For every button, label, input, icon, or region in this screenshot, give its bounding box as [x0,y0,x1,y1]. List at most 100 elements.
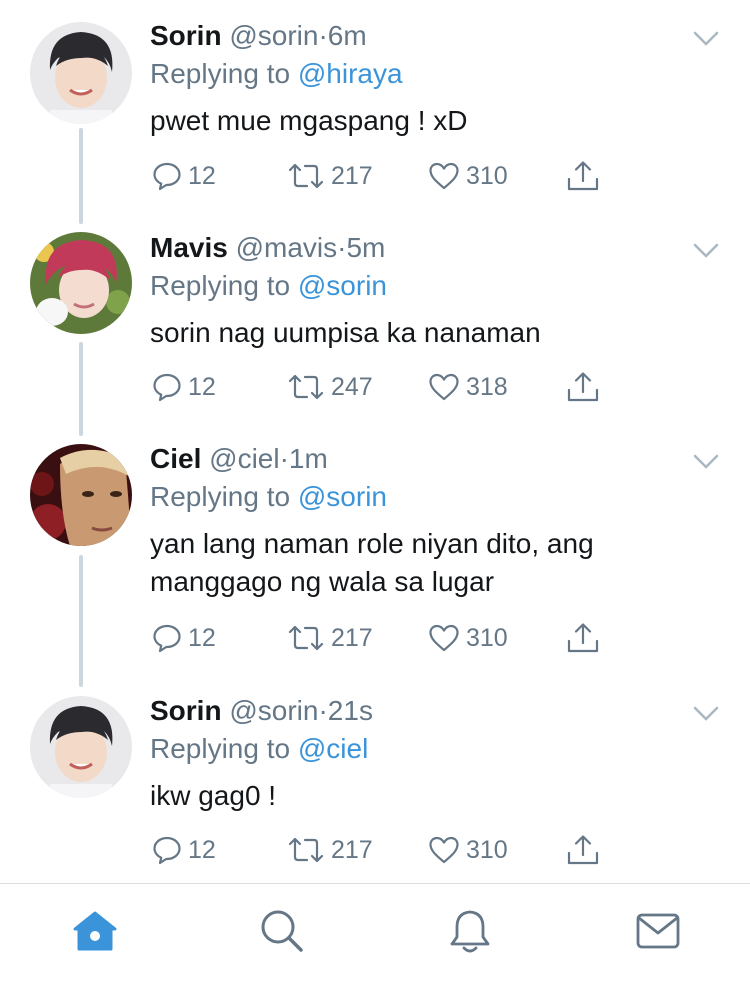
user-handle[interactable]: @sorin [229,20,318,51]
tweet-header: Sorin @sorin·6m [150,18,730,54]
reply-icon [152,161,188,191]
share-button[interactable] [566,367,606,407]
messages-icon [635,911,681,956]
retweet-button[interactable]: 217 [287,830,373,870]
like-button[interactable]: 310 [428,618,508,658]
tweet-content: Ciel @ciel·1m Replying to @sorin yan lan… [150,441,730,601]
mention-link[interactable]: @ciel [298,733,368,764]
tweet-actions: 12 217 310 [150,830,610,870]
chevron-down-icon[interactable] [692,453,720,473]
avatar[interactable] [30,696,132,798]
mention-link[interactable]: @sorin [298,481,387,512]
separator-dot: · [318,20,328,51]
search-icon [259,908,305,959]
display-name[interactable]: Sorin [150,20,222,51]
tweet-text: pwet mue mgaspang ! xD [150,105,468,136]
tweet-content: Sorin @sorin·21s Replying to @ciel ikw g… [150,693,730,815]
retweet-count: 247 [331,372,373,401]
notifications-icon [447,907,493,960]
display-name[interactable]: Sorin [150,695,222,726]
mention-link[interactable]: @sorin [298,270,387,301]
heart-icon [428,623,466,653]
thread-connector [79,128,83,224]
like-count: 310 [466,623,508,652]
retweet-count: 217 [331,623,373,652]
tweet-text: yan lang naman role niyan dito, ang mang… [150,525,730,601]
retweet-icon [287,623,331,653]
tweet-header: Mavis @mavis·5m [150,230,730,266]
share-button[interactable] [566,830,606,870]
reply-button[interactable]: 12 [152,367,216,407]
retweet-button[interactable]: 217 [287,618,373,658]
like-button[interactable]: 310 [428,830,508,870]
tweet-text: ikw gag0 ! [150,780,277,811]
user-handle[interactable]: @ciel [209,443,279,474]
reply-button[interactable]: 12 [152,156,216,196]
avatar[interactable] [30,232,132,334]
display-name[interactable]: Ciel [150,443,201,474]
chevron-down-icon[interactable] [692,242,720,262]
timestamp[interactable]: 5m [346,232,385,263]
tweet-actions: 12 217 310 [150,618,610,658]
retweet-icon [287,161,331,191]
chevron-down-icon[interactable] [692,705,720,725]
reply-count: 12 [188,161,216,190]
replying-to-label: Replying to [150,58,291,89]
tab-home[interactable] [70,908,120,958]
tab-search[interactable] [257,908,307,958]
tweet-header: Ciel @ciel·1m [150,441,730,477]
user-handle[interactable]: @sorin [229,695,318,726]
share-icon [566,622,606,654]
reply-button[interactable]: 12 [152,618,216,658]
replying-to: Replying to @sorin [150,268,730,304]
retweet-icon [287,372,331,402]
share-button[interactable] [566,156,606,196]
tab-notifications[interactable] [445,908,495,958]
retweet-count: 217 [331,835,373,864]
reply-icon [152,372,188,402]
share-icon [566,834,606,866]
separator-dot: · [318,695,328,726]
like-count: 310 [466,161,508,190]
tab-messages[interactable] [633,908,683,958]
tweet-content: Mavis @mavis·5m Replying to @sorin sorin… [150,230,730,352]
retweet-button[interactable]: 247 [287,367,373,407]
reply-count: 12 [188,372,216,401]
like-count: 310 [466,835,508,864]
separator-dot: · [279,443,289,474]
avatar[interactable] [30,444,132,546]
like-button[interactable]: 310 [428,156,508,196]
tweet-text-line: yan lang naman role niyan dito, ang [150,528,594,559]
replying-to-label: Replying to [150,733,291,764]
display-name[interactable]: Mavis [150,232,228,263]
replying-to-label: Replying to [150,270,291,301]
timestamp[interactable]: 1m [289,443,328,474]
thread-connector [79,342,83,436]
reply-icon [152,623,188,653]
reply-icon [152,835,188,865]
chevron-down-icon[interactable] [692,30,720,50]
bottom-tab-bar [0,883,750,983]
heart-icon [428,835,466,865]
share-icon [566,160,606,192]
reply-count: 12 [188,835,216,864]
reply-count: 12 [188,623,216,652]
mention-link[interactable]: @hiraya [298,58,403,89]
avatar[interactable] [30,22,132,124]
timestamp[interactable]: 6m [328,20,367,51]
replying-to: Replying to @ciel [150,731,730,767]
home-icon [71,909,119,958]
like-button[interactable]: 318 [428,367,508,407]
reply-button[interactable]: 12 [152,830,216,870]
tweet-thread-screen: Sorin @sorin·6m Replying to @hiraya pwet… [0,0,750,983]
timestamp[interactable]: 21s [328,695,373,726]
share-button[interactable] [566,618,606,658]
share-icon [566,371,606,403]
tweet-content: Sorin @sorin·6m Replying to @hiraya pwet… [150,18,730,140]
replying-to-label: Replying to [150,481,291,512]
retweet-count: 217 [331,161,373,190]
replying-to: Replying to @sorin [150,479,730,515]
retweet-button[interactable]: 217 [287,156,373,196]
user-handle[interactable]: @mavis [236,232,338,263]
thread-connector [79,555,83,687]
